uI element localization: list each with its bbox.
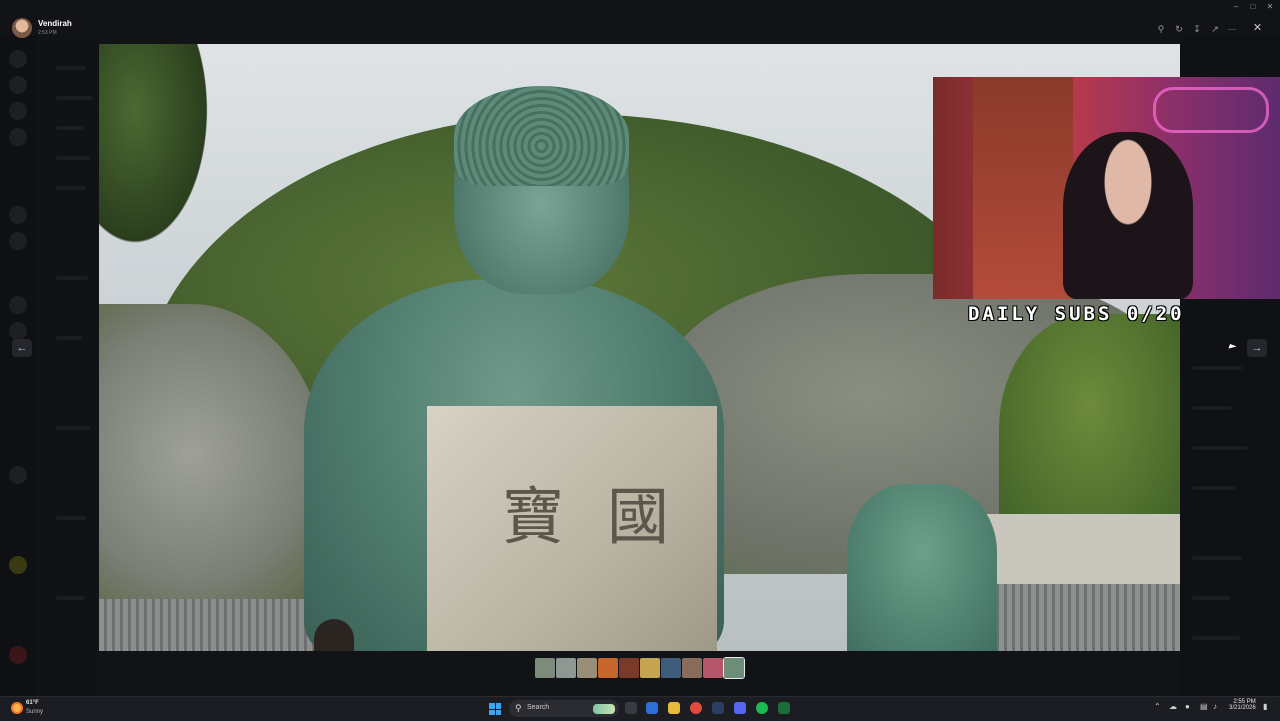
avatar[interactable] (12, 18, 32, 38)
webcam-streamer (1063, 132, 1193, 299)
system-clock[interactable]: 2:55 PM 3/21/2026 (1229, 699, 1256, 711)
member-item (1192, 556, 1242, 560)
network-icon[interactable]: ▤ (1200, 702, 1208, 711)
discord-icon[interactable] (734, 702, 746, 714)
server-icon (9, 102, 27, 120)
cloud-icon[interactable]: ☁ (1169, 702, 1177, 711)
channel-item (56, 276, 88, 280)
thumbnail[interactable] (682, 658, 702, 678)
open-external-icon[interactable]: ↗ (1208, 22, 1222, 36)
steam-icon[interactable] (712, 702, 724, 714)
notification-icon[interactable]: ▮ (1263, 702, 1267, 711)
weather-description[interactable]: Sunny (26, 709, 43, 715)
taskbar-search[interactable]: ⚲ Search (509, 700, 619, 717)
webcam-shelf (973, 77, 1073, 299)
server-rail (0, 36, 36, 696)
image-pine (99, 44, 219, 264)
channel-item (56, 66, 86, 70)
channel-item (56, 426, 90, 430)
microphone-icon[interactable]: ● (1185, 702, 1190, 711)
server-icon (9, 466, 27, 484)
thumbnail-active[interactable] (723, 657, 745, 679)
task-view-icon[interactable] (625, 702, 637, 714)
thumbnail[interactable] (661, 658, 681, 678)
channel-item (56, 96, 92, 100)
image-roof-left (99, 599, 329, 651)
stone-character: 寶 (502, 480, 565, 553)
image-lantern (847, 484, 997, 651)
thumbnail-strip (535, 657, 745, 679)
webcam-overlay (933, 77, 1280, 299)
member-item (1192, 596, 1230, 600)
channel-item (56, 126, 84, 130)
edge-icon[interactable] (646, 702, 658, 714)
member-item (1192, 486, 1236, 490)
image-building (979, 514, 1180, 594)
volume-icon[interactable]: ♪ (1213, 702, 1217, 711)
zoom-icon[interactable]: ⚲ (1154, 22, 1168, 36)
channel-item (56, 186, 86, 190)
daily-subs-counter: DAILY SUBS 0/20 (968, 303, 1185, 325)
webcam-neon-sign (1153, 87, 1269, 133)
server-icon (9, 296, 27, 314)
search-label: Search (527, 704, 550, 711)
excel-icon[interactable] (778, 702, 790, 714)
server-icon (9, 556, 27, 574)
member-item (1192, 636, 1240, 640)
member-item (1192, 446, 1248, 450)
thumbnail[interactable] (535, 658, 555, 678)
channel-item (56, 156, 90, 160)
search-highlight-art (593, 704, 615, 714)
member-item (1192, 366, 1242, 370)
server-icon (9, 646, 27, 664)
server-icon (9, 232, 27, 250)
clock-date: 3/21/2026 (1229, 705, 1256, 711)
channel-item (56, 336, 82, 340)
weather-temperature[interactable]: 61°F (26, 700, 39, 706)
server-icon (9, 128, 27, 146)
search-icon: ⚲ (515, 703, 522, 713)
member-item (1192, 406, 1232, 410)
tray-chevron-icon[interactable]: ⌃ (1154, 702, 1161, 711)
channel-item (56, 596, 84, 600)
server-icon (9, 206, 27, 224)
server-icon (9, 322, 27, 340)
channel-list (36, 36, 100, 696)
server-icon (9, 76, 27, 94)
image-green-trees (999, 314, 1180, 544)
more-icon[interactable]: ⋯ (1225, 22, 1239, 36)
server-icon (9, 50, 27, 68)
next-image-button[interactable]: → (1247, 339, 1267, 357)
image-buddha-hair (454, 86, 629, 186)
download-icon[interactable]: ↧ (1190, 22, 1204, 36)
image-stone-pillar: 寶 國 (427, 406, 717, 651)
thumbnail[interactable] (640, 658, 660, 678)
taskbar: 61°F Sunny ⚲ Search ⌃ ☁ ● ▤ ♪ 2:55 PM 3/… (0, 696, 1280, 721)
rotate-icon[interactable]: ↻ (1172, 22, 1186, 36)
close-icon[interactable]: ✕ (1250, 21, 1265, 36)
thumbnail[interactable] (598, 658, 618, 678)
thumbnail[interactable] (619, 658, 639, 678)
weather-icon[interactable] (11, 702, 23, 714)
image-person (314, 619, 354, 651)
username[interactable]: Vendirah (38, 19, 72, 28)
previous-image-button[interactable]: ← (12, 339, 32, 357)
stone-character: 國 (607, 480, 670, 553)
channel-item (56, 516, 86, 520)
start-icon[interactable] (489, 703, 501, 715)
thumbnail[interactable] (577, 658, 597, 678)
thumbnail[interactable] (556, 658, 576, 678)
image-viewer-header: Vendirah 2:53 PM ⚲ ↻ ↧ ↗ ⋯ ✕ (0, 10, 1280, 46)
file-explorer-icon[interactable] (668, 702, 680, 714)
thumbnail[interactable] (703, 658, 723, 678)
spotify-icon[interactable] (756, 702, 768, 714)
timestamp: 2:53 PM (38, 30, 57, 36)
chrome-icon[interactable] (690, 702, 702, 714)
